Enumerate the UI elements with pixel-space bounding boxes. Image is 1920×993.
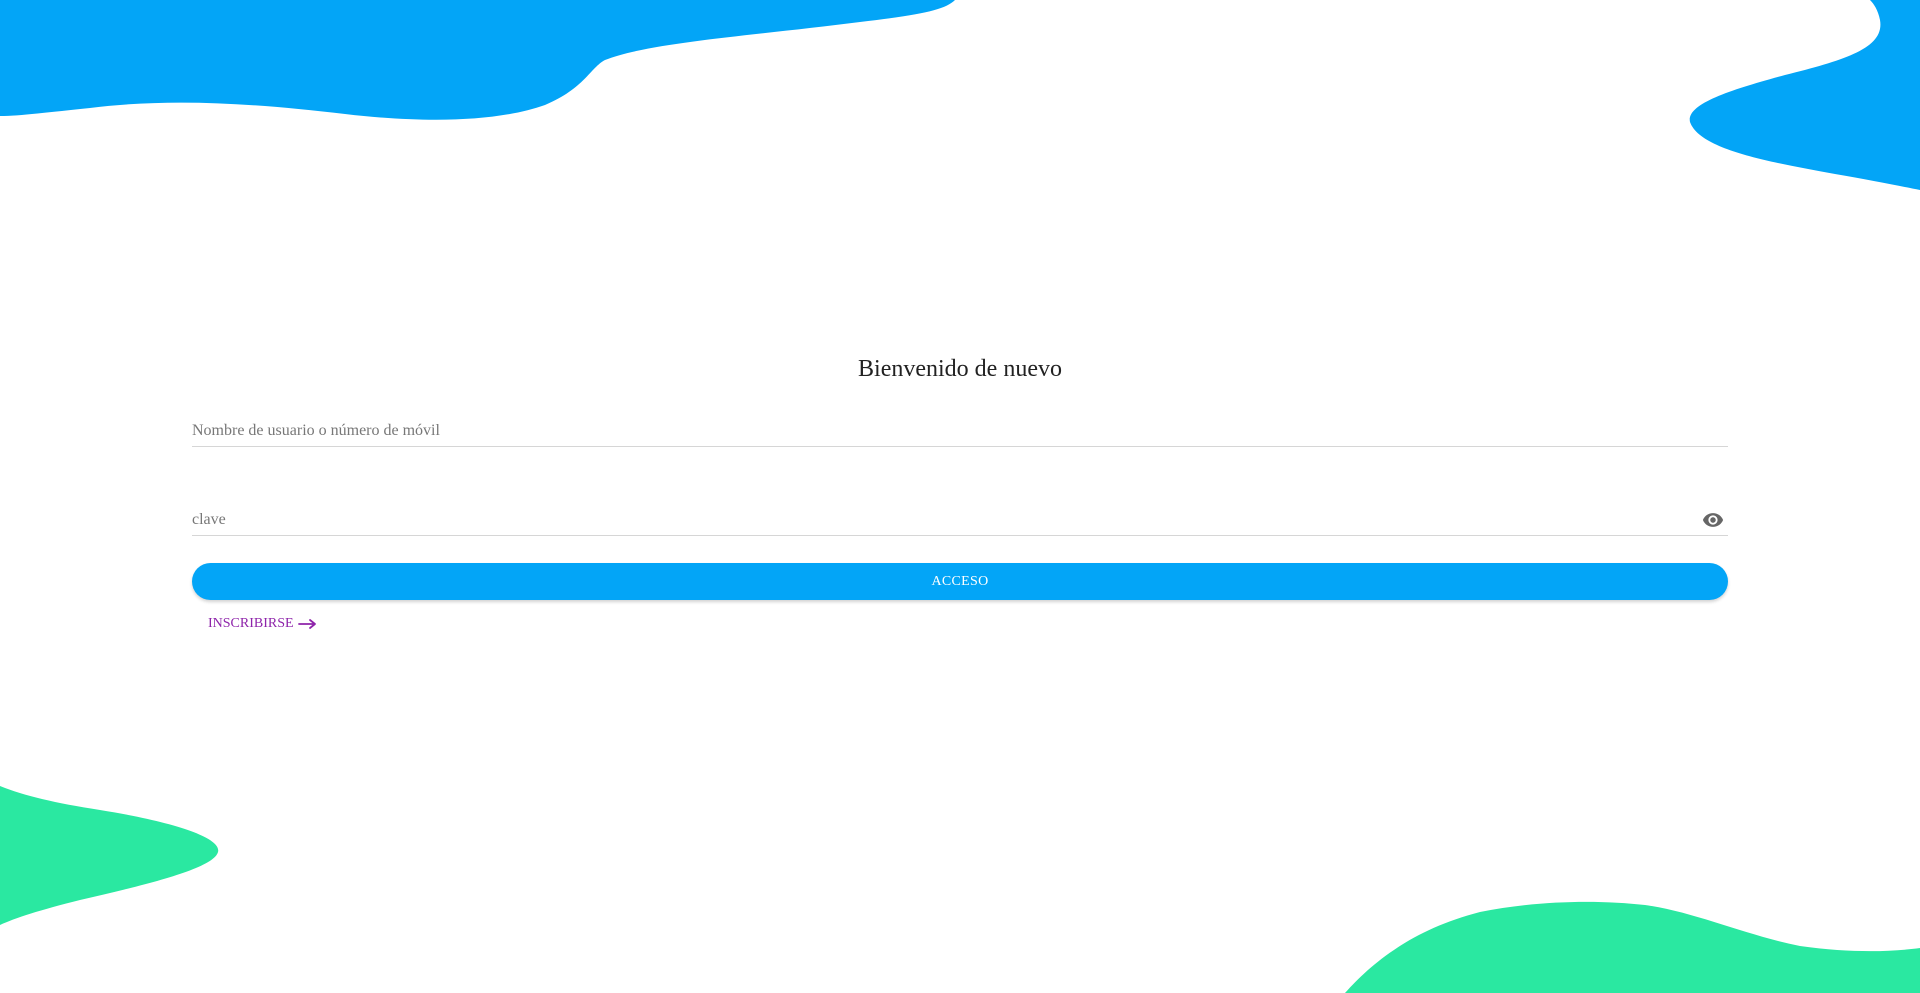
password-field	[192, 495, 1728, 536]
page-title: Bienvenido de nuevo	[858, 356, 1062, 382]
username-input[interactable]	[192, 416, 1728, 446]
login-form: Bienvenido de nuevo ACCESO INSCRIBIRSE	[192, 340, 1728, 632]
username-field	[192, 406, 1728, 447]
password-input[interactable]	[192, 505, 1700, 535]
eye-icon[interactable]	[1700, 507, 1726, 533]
top-right-blue-wave	[1689, 0, 1920, 190]
bottom-left-green-wave	[0, 786, 219, 925]
signup-label: INSCRIBIRSE	[208, 616, 294, 631]
login-button[interactable]: ACCESO	[192, 563, 1728, 600]
top-left-blue-wave	[0, 0, 955, 120]
signup-link[interactable]: INSCRIBIRSE	[208, 616, 318, 632]
login-page: Bienvenido de nuevo ACCESO INSCRIBIRSE	[0, 0, 1920, 993]
bottom-right-green-wave	[1345, 901, 1920, 993]
arrow-right-icon	[297, 618, 318, 630]
